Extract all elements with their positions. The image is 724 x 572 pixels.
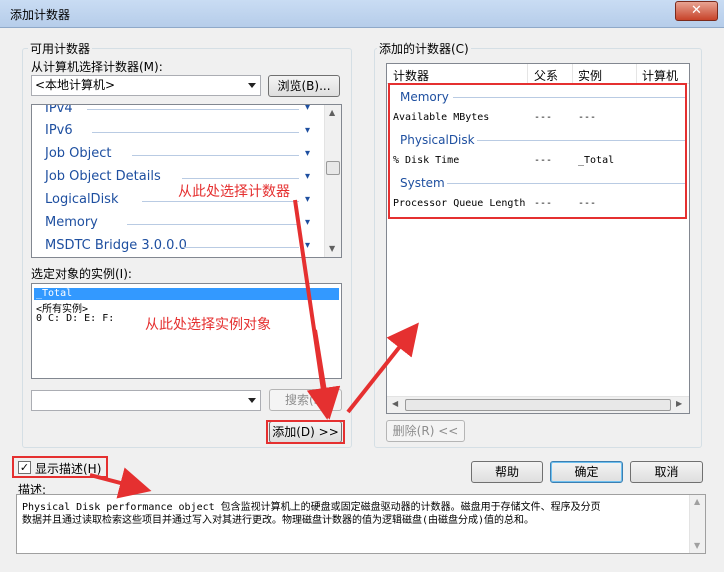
- annotation-arrows: [89, 199, 419, 499]
- arrow-to-add-button: [308, 329, 341, 420]
- arrow-to-added-list: [346, 322, 419, 414]
- arrow-to-description: [89, 467, 152, 499]
